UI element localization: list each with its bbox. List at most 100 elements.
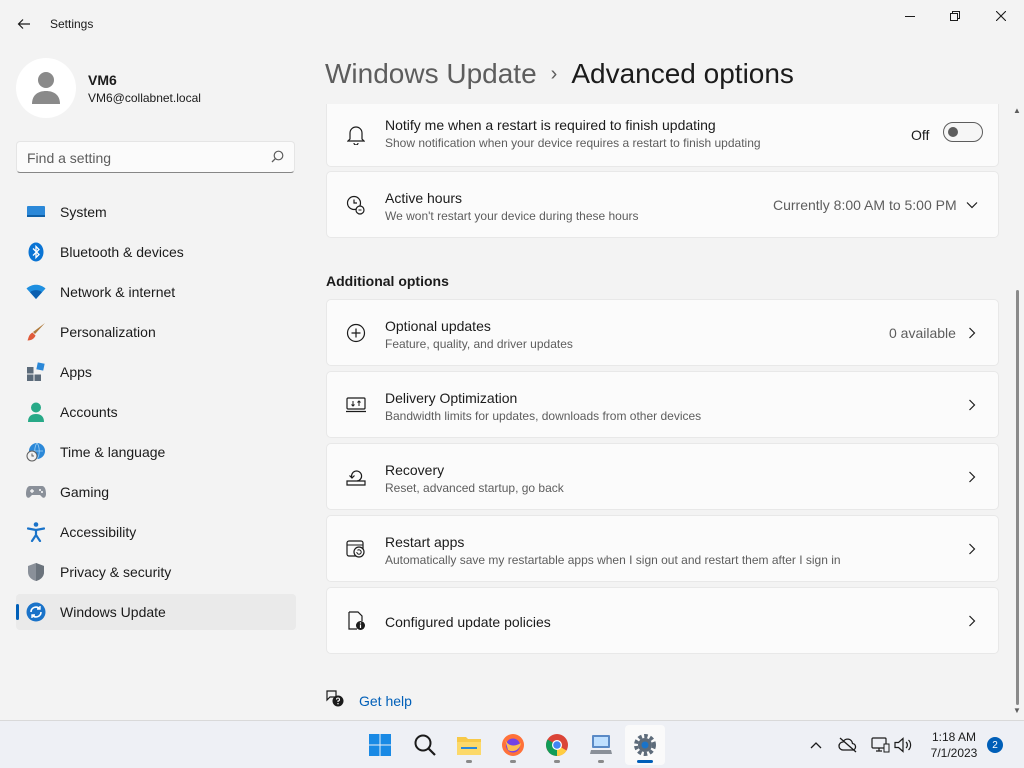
search-icon — [271, 150, 284, 168]
breadcrumb-parent-link[interactable]: Windows Update — [325, 58, 537, 90]
page-title: Advanced options — [571, 58, 794, 89]
restore-button[interactable] — [932, 0, 978, 32]
minimize-button[interactable] — [887, 0, 933, 32]
notify-restart-setting: Notify me when a restart is required to … — [326, 104, 999, 167]
breadcrumb: Windows Update › Advanced options — [325, 58, 794, 90]
sidebar-item-gaming[interactable]: Gaming — [16, 474, 296, 510]
wifi-icon — [26, 282, 46, 302]
toggle-state-label: Off — [911, 127, 930, 143]
chevron-right-icon — [966, 543, 978, 555]
person-icon — [26, 402, 46, 422]
sidebar-item-label: Windows Update — [60, 604, 166, 620]
active-hours-setting[interactable]: Active hours We won't restart your devic… — [326, 171, 999, 238]
get-help-link[interactable]: Get help — [325, 688, 412, 713]
update-policies-item[interactable]: Configured update policies — [326, 587, 999, 654]
setting-title: Notify me when a restart is required to … — [385, 117, 716, 133]
restart-apps-item[interactable]: Restart apps Automatically save my resta… — [326, 515, 999, 582]
system-clock[interactable]: 1:18 AM 7/1/2023 — [922, 729, 986, 761]
sidebar-item-accessibility[interactable]: Accessibility — [16, 514, 296, 550]
optional-updates-item[interactable]: Optional updates Feature, quality, and d… — [326, 299, 999, 366]
taskbar-app-chrome[interactable] — [537, 725, 577, 765]
search-input[interactable]: Find a setting — [16, 141, 295, 173]
chrome-icon — [546, 734, 568, 756]
scroll-down-arrow[interactable]: ▼ — [1013, 706, 1021, 715]
setting-title: Optional updates — [385, 318, 491, 334]
start-button[interactable] — [360, 725, 400, 765]
setting-title: Configured update policies — [385, 614, 551, 630]
sidebar-item-label: Accounts — [60, 404, 118, 420]
sidebar-item-label: System — [60, 204, 107, 220]
globe-clock-icon — [26, 442, 46, 462]
back-button[interactable] — [10, 10, 38, 38]
system-icon — [26, 202, 46, 222]
chevron-up-icon[interactable] — [806, 735, 826, 755]
search-placeholder: Find a setting — [27, 150, 112, 166]
network-icon[interactable] — [870, 735, 890, 755]
firefox-icon — [502, 734, 524, 756]
setting-title: Recovery — [385, 462, 445, 478]
folder-icon — [457, 737, 481, 755]
sidebar-item-privacy-security[interactable]: Privacy & security — [16, 554, 296, 590]
breadcrumb-separator: › — [550, 62, 558, 85]
bluetooth-icon — [26, 242, 46, 262]
volume-icon[interactable] — [893, 735, 913, 755]
chevron-right-icon — [966, 471, 978, 483]
setting-title: Delivery Optimization — [385, 390, 518, 406]
bell-icon — [345, 124, 367, 146]
sidebar-item-bluetooth[interactable]: Bluetooth & devices — [16, 234, 296, 270]
scroll-up-arrow[interactable]: ▲ — [1013, 106, 1021, 115]
chevron-down-icon — [966, 199, 978, 211]
sidebar-item-time-language[interactable]: Time & language — [16, 434, 296, 470]
taskbar-app-remote-desktop[interactable] — [581, 725, 621, 765]
onedrive-offline-icon[interactable] — [838, 735, 858, 755]
sidebar-item-apps[interactable]: Apps — [16, 354, 296, 390]
taskbar-app-file-explorer[interactable] — [449, 725, 489, 765]
get-help-label: Get help — [359, 692, 412, 709]
user-email: VM6@collabnet.local — [88, 91, 201, 105]
taskbar-app-settings[interactable] — [625, 725, 665, 765]
sidebar-item-network[interactable]: Network & internet — [16, 274, 296, 310]
remote-desktop-icon — [590, 735, 612, 754]
app-title: Settings — [50, 17, 94, 31]
sidebar-item-system[interactable]: System — [16, 194, 296, 230]
chevron-right-icon — [966, 615, 978, 627]
toggle-knob — [948, 127, 958, 137]
scrollbar-thumb[interactable] — [1016, 290, 1019, 705]
clock-date: 7/1/2023 — [930, 746, 978, 760]
sidebar-item-label: Network & internet — [60, 284, 176, 300]
restore-icon — [950, 11, 960, 21]
person-icon — [32, 72, 60, 104]
user-name: VM6 — [88, 72, 117, 88]
sidebar-item-label: Accessibility — [60, 524, 137, 540]
delivery-optimization-icon — [345, 394, 367, 416]
setting-description: We won't restart your device during thes… — [385, 209, 639, 223]
chevron-right-icon — [966, 399, 978, 411]
taskbar: 1:18 AM 7/1/2023 2 — [0, 720, 1024, 768]
sidebar-item-label: Time & language — [60, 444, 166, 460]
clock-time: 1:18 AM — [931, 730, 977, 744]
notify-restart-toggle[interactable] — [943, 122, 983, 142]
recovery-item[interactable]: Recovery Reset, advanced startup, go bac… — [326, 443, 999, 510]
gamepad-icon — [26, 482, 46, 502]
taskbar-app-firefox[interactable] — [493, 725, 533, 765]
title-bar: Settings — [0, 0, 1024, 48]
sidebar-item-windows-update[interactable]: Windows Update — [16, 594, 296, 630]
minimize-icon — [905, 16, 915, 17]
sidebar-item-personalization[interactable]: Personalization — [16, 314, 296, 350]
update-icon — [26, 602, 46, 622]
help-icon — [325, 688, 345, 713]
brush-icon — [26, 322, 46, 342]
search-icon — [414, 734, 436, 756]
setting-description: Reset, advanced startup, go back — [385, 481, 564, 495]
setting-description: Feature, quality, and driver updates — [385, 337, 573, 351]
notification-badge[interactable]: 2 — [987, 737, 1003, 753]
delivery-optimization-item[interactable]: Delivery Optimization Bandwidth limits f… — [326, 371, 999, 438]
plus-circle-icon — [345, 322, 367, 344]
sidebar-item-accounts[interactable]: Accounts — [16, 394, 296, 430]
user-profile[interactable]: VM6 VM6@collabnet.local — [16, 58, 296, 118]
close-icon — [996, 11, 1006, 21]
close-button[interactable] — [978, 0, 1024, 32]
sidebar-nav: System Bluetooth & devices Network & int… — [16, 194, 296, 634]
taskbar-search-button[interactable] — [405, 725, 445, 765]
shield-icon — [26, 562, 46, 582]
